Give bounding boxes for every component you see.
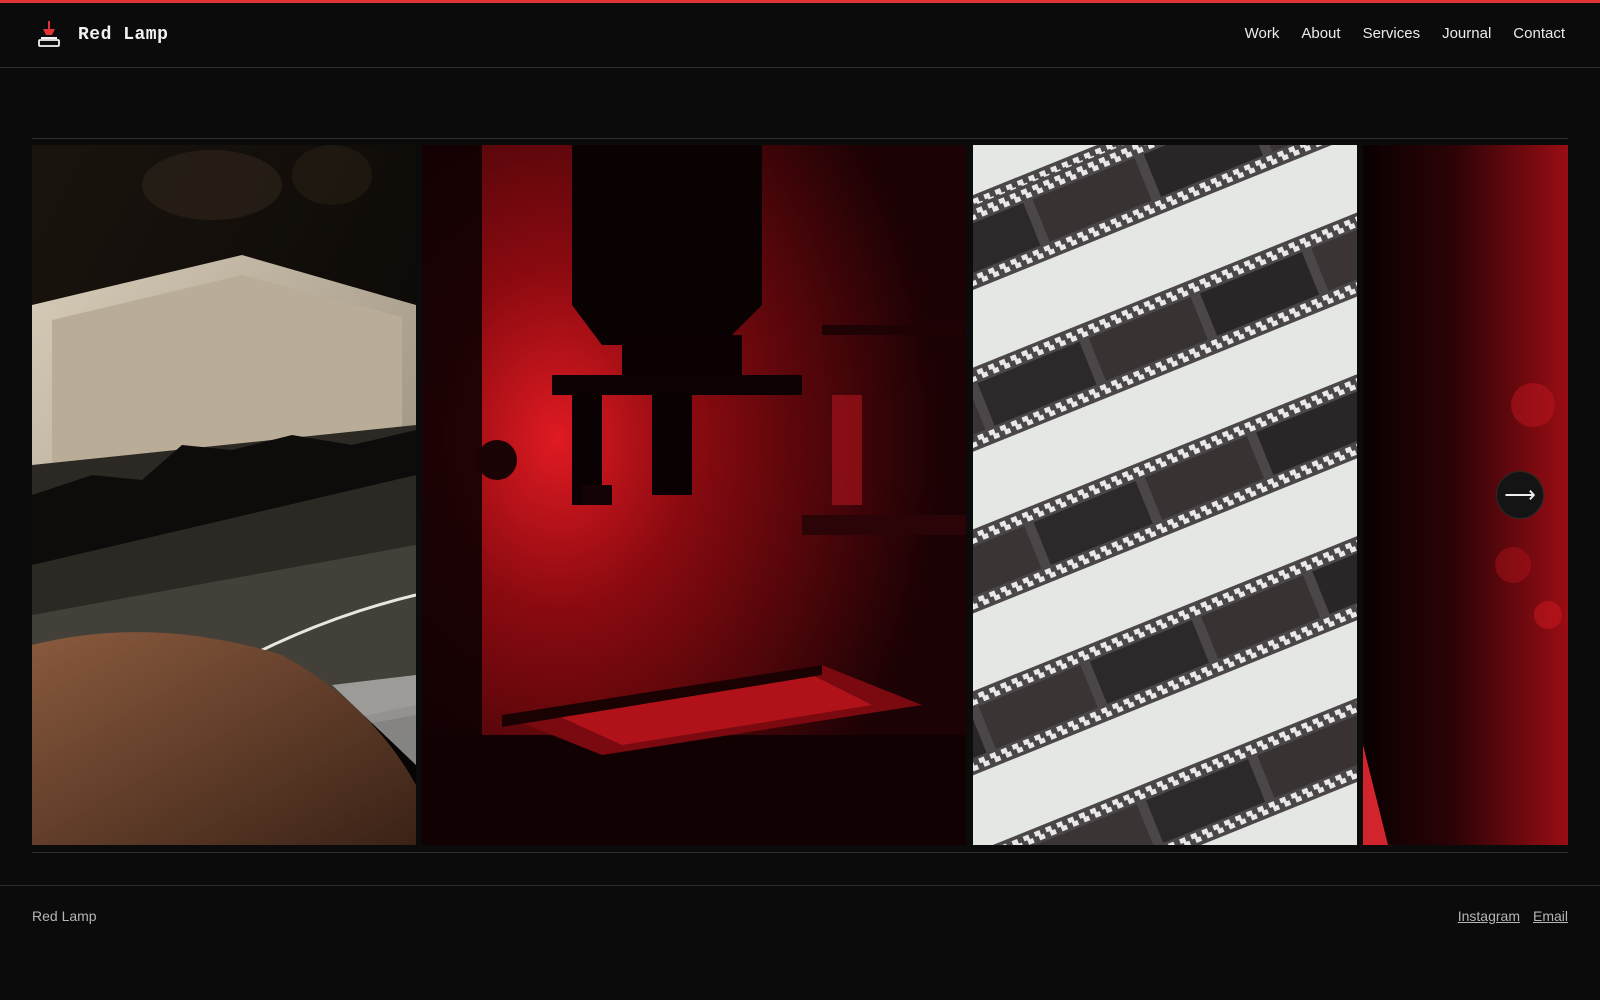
- nav-services[interactable]: Services: [1363, 25, 1421, 42]
- footer-links: Instagram Email: [1445, 908, 1568, 924]
- gallery-bottom-divider: [32, 852, 1568, 853]
- footer-link-instagram[interactable]: Instagram: [1458, 908, 1520, 924]
- darkroom-tray-photo[interactable]: [32, 145, 416, 845]
- site-footer: Red Lamp Instagram Email: [0, 885, 1600, 1000]
- footer-brand: Red Lamp: [32, 908, 97, 924]
- red-lamp-logo-icon: [38, 21, 60, 49]
- image-gallery: [32, 145, 1568, 845]
- brand-name: Red Lamp: [78, 25, 169, 45]
- footer-link-email[interactable]: Email: [1533, 908, 1568, 924]
- gallery-top-divider: [32, 138, 1568, 139]
- enlarger-red-light-photo[interactable]: [422, 145, 966, 845]
- film-negatives-photo[interactable]: [973, 145, 1357, 845]
- brand[interactable]: Red Lamp: [38, 21, 168, 49]
- nav-work[interactable]: Work: [1245, 25, 1280, 42]
- gallery-next-button[interactable]: ⟶: [1496, 471, 1544, 519]
- main-nav: Work About Services Journal Contact: [1223, 25, 1565, 42]
- nav-contact[interactable]: Contact: [1513, 25, 1565, 42]
- nav-about[interactable]: About: [1301, 25, 1340, 42]
- nav-journal[interactable]: Journal: [1442, 25, 1491, 42]
- site-header: Red Lamp Work About Services Journal Con…: [0, 3, 1600, 68]
